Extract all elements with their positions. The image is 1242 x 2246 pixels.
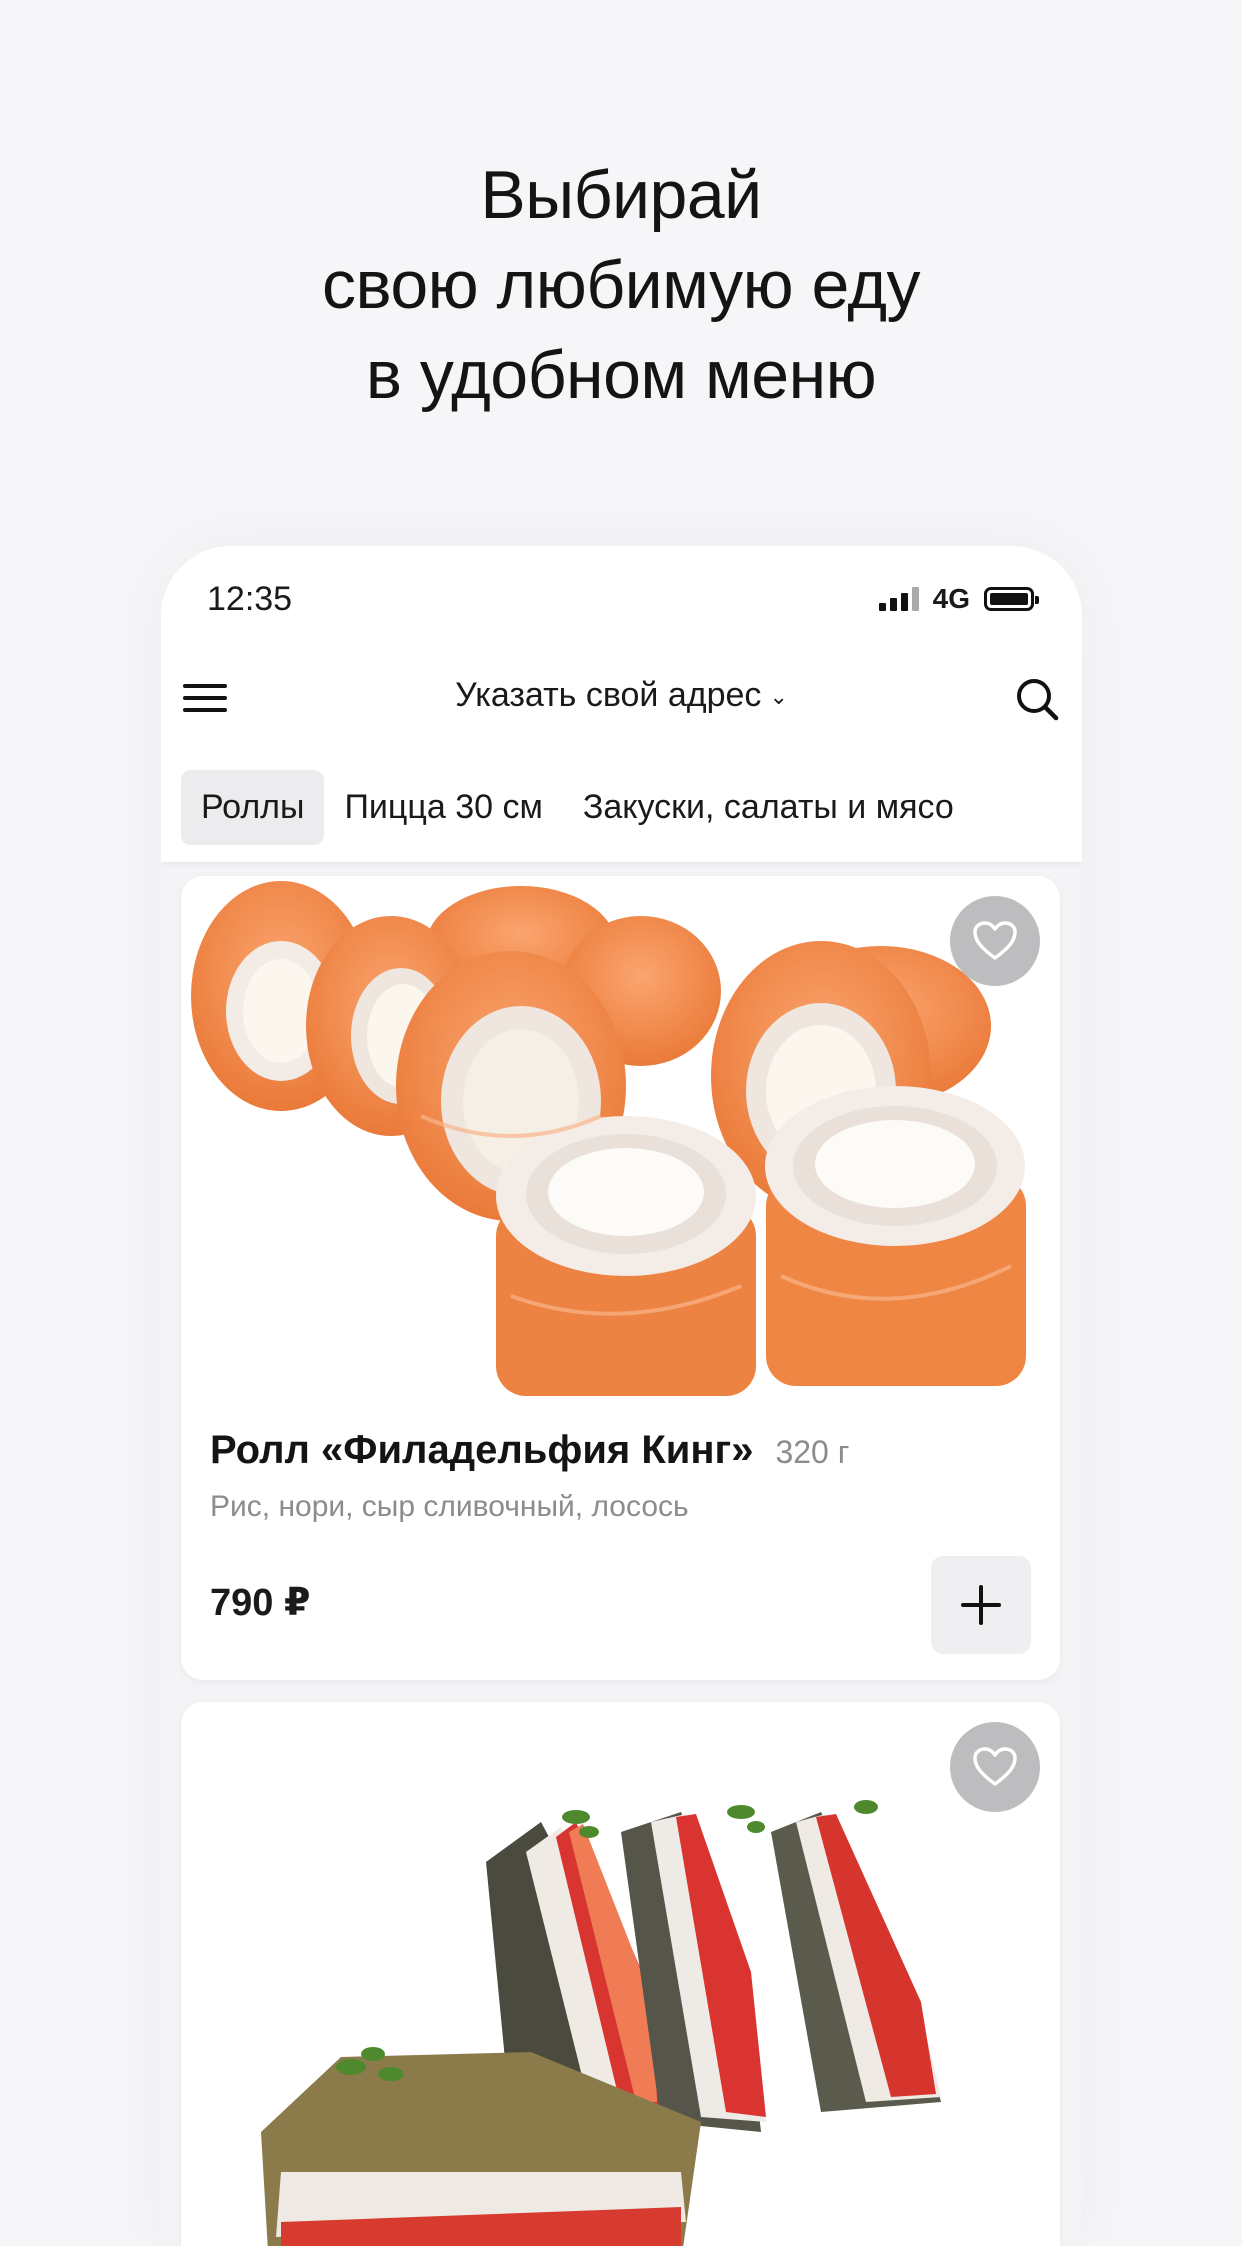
favorite-button[interactable] [950,1722,1040,1812]
salmon-philadelphia-rolls-image [191,881,1026,1396]
chevron-down-icon: ⌄ [769,684,788,710]
status-time: 12:35 [207,580,293,618]
battery-icon [984,587,1039,611]
add-to-cart-button[interactable] [931,1556,1031,1654]
product-card[interactable]: Ролл «Филадельфия Кинг» 320 г Рис, нори,… [181,876,1060,1680]
product-price: 790 ₽ [210,1582,311,1624]
favorite-button[interactable] [950,896,1040,986]
headline-line-3: в удобном меню [365,337,877,413]
product-description: Рис, нори, сыр сливочный, лосось [210,1490,689,1523]
top-bar: 12:35 4G Указать свой адрес ⌄ Роллы Пицца… [161,546,1082,862]
phone-screen: 12:35 4G Указать свой адрес ⌄ Роллы Пицца… [161,546,1082,2246]
heart-icon [973,921,1017,960]
status-indicators: 4G [878,583,1039,614]
search-icon[interactable] [1014,676,1060,722]
product-weight: 320 г [775,1434,850,1470]
address-selector[interactable]: Указать свой адрес ⌄ [161,676,1082,715]
network-type: 4G [932,583,970,614]
tab-snacks[interactable]: Закуски, салаты и мясо [563,770,974,845]
plus-icon [961,1585,1001,1625]
product-card[interactable] [181,1702,1060,2246]
tab-pizza[interactable]: Пицца 30 см [324,770,562,845]
product-title-row: Ролл «Филадельфия Кинг» 320 г [210,1428,849,1473]
tempura-sandwich-rolls-image [261,1800,941,2246]
address-label: Указать свой адрес [455,676,762,714]
category-tabs: Роллы Пицца 30 см Закуски, салаты и мясо [181,770,974,845]
headline-line-2: свою любимую еду [321,247,921,323]
product-title: Ролл «Филадельфия Кинг» [210,1428,754,1472]
heart-icon [973,1747,1017,1786]
promo-headline: Выбирай свою любимую еду в удобном меню [0,150,1242,420]
signal-icon [878,587,919,611]
headline-line-1: Выбирай [480,157,762,233]
tab-rolls[interactable]: Роллы [181,770,325,845]
